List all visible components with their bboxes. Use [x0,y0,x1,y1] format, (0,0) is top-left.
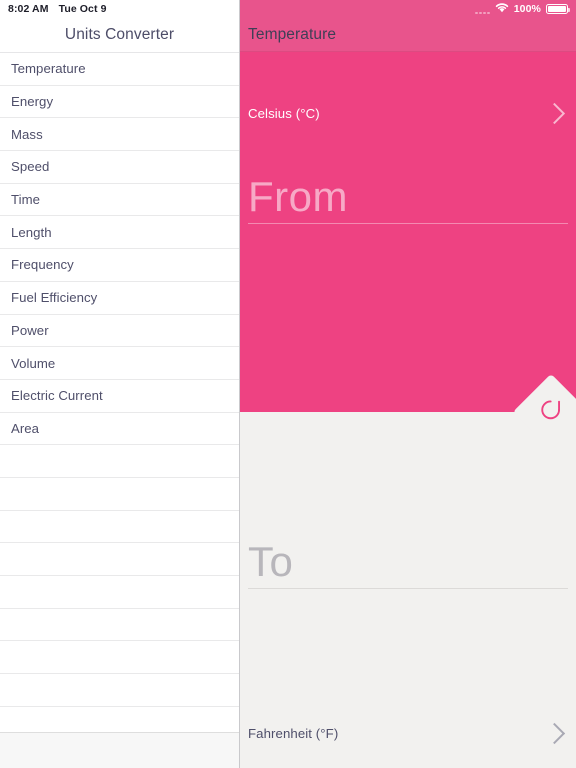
sidebar-item-label: Length [11,224,52,240]
swap-refresh-icon [538,397,564,428]
sidebar-list: Temperature Energy Mass Speed Time Lengt… [0,53,239,732]
sidebar-item-speed[interactable]: Speed [0,151,239,184]
sidebar-item-label: Area [11,420,40,436]
to-unit-label: Fahrenheit (°F) [248,725,339,741]
battery-percent-label: 100% [513,3,541,15]
to-section: To Fahrenheit (°F) [240,412,576,768]
sidebar-item-time[interactable]: Time [0,183,239,217]
sidebar-item-label: Temperature [11,61,86,77]
sidebar-item-electric-current[interactable]: Electric Current [0,379,239,413]
sidebar-item-empty [0,510,239,544]
status-bar-time: 8:02 AM [8,3,49,15]
sidebar-item-power[interactable]: Power [0,314,239,348]
from-value-area[interactable]: From [240,174,576,225]
battery-full-icon [546,4,571,14]
sidebar-item-mass[interactable]: Mass [0,118,239,152]
sidebar-item-label: Power [11,322,49,338]
status-bar-date: Tue Oct 9 [58,3,107,15]
sidebar-item-label: Electric Current [11,388,103,404]
sidebar-item-energy[interactable]: Energy [0,85,239,119]
sidebar-item-length[interactable]: Length [0,216,239,250]
signal-dots-icon [475,4,490,14]
chevron-right-icon [543,722,566,744]
sidebar-item-empty [0,674,239,707]
sidebar-item-label: Energy [11,94,54,110]
from-unit-label: Celsius (°C) [248,105,320,121]
sidebar-item-label: Frequency [11,257,74,273]
sidebar-item-label: Mass [11,126,43,142]
sidebar-item-volume[interactable]: Volume [0,347,239,380]
detail-header: Temperature [240,18,576,52]
sidebar-item-empty [0,445,239,478]
sidebar-item-empty [0,477,239,511]
sidebar-item-empty [0,576,239,609]
to-value-area[interactable]: To [240,539,576,590]
sidebar-footer [0,732,239,768]
status-bar-right: 100% [240,0,576,18]
sidebar-item-label: Speed [11,159,50,175]
sidebar-item-label: Fuel Efficiency [11,290,98,306]
sidebar-item-empty [0,543,239,576]
from-section: 100% Temperature Celsius (°C) From [240,0,576,412]
sidebar-item-empty [0,608,239,642]
status-bar-left: 8:02 AM Tue Oct 9 [0,0,239,18]
from-value-input[interactable]: From [248,174,568,225]
sidebar-item-empty [0,641,239,675]
sidebar: 8:02 AM Tue Oct 9 Units Converter Temper… [0,0,240,768]
from-unit-selector[interactable]: Celsius (°C) [240,78,576,148]
to-value-input[interactable]: To [248,539,568,590]
units-converter-app: 8:02 AM Tue Oct 9 Units Converter Temper… [0,0,576,768]
to-unit-selector[interactable]: Fahrenheit (°F) [240,698,576,768]
chevron-right-icon [543,102,566,124]
sidebar-item-label: Time [11,192,41,208]
sidebar-item-area[interactable]: Area [0,412,239,446]
sidebar-item-fuel-efficiency[interactable]: Fuel Efficiency [0,281,239,315]
detail-panel: 100% Temperature Celsius (°C) From To Fa… [240,0,576,768]
sidebar-item-label: Volume [11,355,56,371]
wifi-icon [495,0,509,18]
sidebar-header: Units Converter [0,18,239,53]
sidebar-item-temperature[interactable]: Temperature [0,53,239,86]
sidebar-item-frequency[interactable]: Frequency [0,249,239,282]
page-title: Units Converter [64,26,175,43]
detail-title: Temperature [248,25,337,43]
